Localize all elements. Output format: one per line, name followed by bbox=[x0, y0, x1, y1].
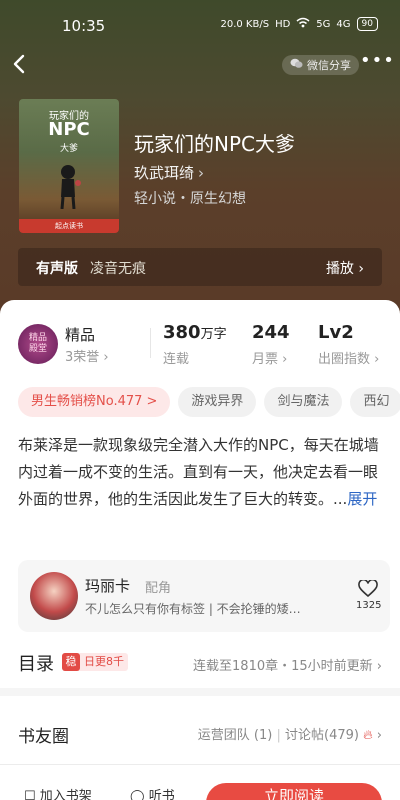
divider bbox=[150, 328, 151, 358]
tag-item[interactable]: 西幻 bbox=[350, 387, 400, 417]
reader-circle-meta: 运营团队 (1) | 讨论帖(479) 🔥︎ › bbox=[197, 728, 382, 743]
update-badge: 稳日更8千 bbox=[62, 653, 128, 671]
character-role: 配角 bbox=[145, 581, 172, 596]
battery-icon: 90 bbox=[356, 17, 378, 31]
cover-figure bbox=[60, 165, 81, 209]
play-button[interactable]: 播放 › bbox=[326, 258, 364, 278]
character-quote: 不儿怎么只有你有标签 | 不会抡锤的矮… bbox=[85, 602, 301, 616]
book-hero: 10:35 20.0 KB/S HD 5G 4G 90 微信分享 ••• 玩家们… bbox=[0, 0, 400, 320]
section-divider bbox=[0, 688, 400, 696]
book-genre: 轻小说・原生幻想 bbox=[134, 191, 246, 207]
flame-icon: 🔥︎ bbox=[363, 728, 373, 743]
reader-circle-title: 书友圈 bbox=[18, 727, 69, 747]
book-intro[interactable]: 布莱泽是一款现象级完全潜入大作的NPC，每天在城墙内过着一成不变的生活。直到有一… bbox=[18, 432, 384, 513]
catalog-title: 目录 bbox=[18, 654, 54, 675]
tag-item[interactable]: 剑与魔法 bbox=[264, 387, 343, 417]
listen-button[interactable]: ◯ 听书 bbox=[130, 785, 175, 800]
more-icon[interactable]: ••• bbox=[360, 52, 394, 76]
signal-5g: 5G bbox=[316, 18, 331, 30]
cover-publisher: 起点读书 bbox=[19, 219, 119, 233]
book-details-sheet: 精品 殿堂 精品 3荣誉 › 380万字 连载 244 月票 › Lv2 出圈指数… bbox=[0, 300, 400, 800]
wifi-icon bbox=[296, 17, 310, 31]
bottom-action-bar: ☐ 加入书架 ◯ 听书 立即阅读 bbox=[0, 764, 400, 800]
author-link[interactable]: 玖武珥绮 › bbox=[134, 162, 204, 183]
popularity-caption[interactable]: 出圈指数 › bbox=[318, 348, 379, 367]
tag-list: 男生畅销榜No.477 > 游戏异界 剑与魔法 西幻 bbox=[18, 387, 400, 417]
word-count: 380万字 bbox=[163, 322, 227, 343]
top-nav: 微信分享 ••• bbox=[0, 52, 400, 80]
chevron-right-icon: › bbox=[376, 728, 382, 743]
serial-status: 连载 bbox=[163, 352, 190, 367]
monthly-tickets-caption[interactable]: 月票 › bbox=[252, 348, 287, 367]
read-now-button[interactable]: 立即阅读 bbox=[206, 783, 382, 800]
monthly-tickets: 244 bbox=[252, 322, 290, 343]
signal-4g: 4G bbox=[336, 18, 351, 30]
narrator-name: 凌音无痕 bbox=[90, 261, 146, 277]
audio-label: 有声版 bbox=[36, 261, 78, 277]
wechat-icon bbox=[290, 58, 303, 72]
headphone-icon: ◯ bbox=[130, 789, 145, 800]
honor-count[interactable]: 3荣誉 › bbox=[65, 346, 109, 365]
back-icon[interactable] bbox=[10, 52, 30, 78]
catalog-status: 连载至1810章・15小时前更新 › bbox=[193, 659, 382, 674]
honor-badge-icon[interactable]: 精品 殿堂 bbox=[18, 324, 58, 364]
hd-icon: HD bbox=[275, 18, 291, 30]
like-count: 1325 bbox=[356, 600, 382, 611]
honor-label: 精品 bbox=[65, 326, 96, 344]
status-bar: 10:35 20.0 KB/S HD 5G 4G 90 bbox=[0, 0, 400, 40]
wechat-share-button[interactable]: 微信分享 bbox=[282, 55, 359, 75]
net-speed: 20.0 KB/S bbox=[220, 18, 270, 30]
stable-icon: 稳 bbox=[62, 653, 80, 671]
character-name: 玛丽卡 bbox=[85, 577, 131, 595]
book-stats: 精品 殿堂 精品 3荣誉 › 380万字 连载 244 月票 › Lv2 出圈指数… bbox=[0, 320, 400, 368]
status-icons: 20.0 KB/S HD 5G 4G 90 bbox=[220, 17, 378, 31]
intro-text: 布莱泽是一款现象级完全潜入大作的NPC，每天在城墙内过着一成不变的生活。直到有一… bbox=[18, 436, 379, 508]
character-card[interactable]: 玛丽卡 配角 不儿怎么只有你有标签 | 不会抡锤的矮… 1325 bbox=[18, 560, 390, 632]
clock: 10:35 bbox=[62, 17, 106, 35]
tag-ranking[interactable]: 男生畅销榜No.477 > bbox=[18, 387, 171, 417]
cover-title-line2: NPC bbox=[48, 119, 90, 140]
expand-link[interactable]: 展开 bbox=[347, 490, 377, 508]
shelf-icon: ☐ bbox=[24, 789, 36, 800]
catalog-row[interactable]: 目录 稳日更8千 连载至1810章・15小时前更新 › bbox=[0, 646, 400, 678]
chevron-right-icon: › bbox=[198, 164, 205, 182]
popularity-level: Lv2 bbox=[318, 322, 354, 343]
team-count: 运营团队 (1) bbox=[197, 728, 273, 743]
audio-version-bar[interactable]: 有声版 凌音无痕 播放 › bbox=[18, 248, 382, 286]
reader-circle-row[interactable]: 书友圈 运营团队 (1) | 讨论帖(479) 🔥︎ › bbox=[0, 712, 400, 752]
add-to-shelf-button[interactable]: ☐ 加入书架 bbox=[24, 785, 92, 800]
book-cover[interactable]: 玩家们的 NPC 大爹 起点读书 bbox=[19, 99, 119, 233]
share-label: 微信分享 bbox=[307, 59, 351, 72]
cover-title-line3: 大爹 bbox=[59, 144, 78, 154]
post-count: 讨论帖(479) bbox=[285, 728, 359, 743]
author-name: 玖武珥绮 bbox=[134, 164, 195, 182]
book-title: 玩家们的NPC大爹 bbox=[134, 132, 295, 156]
avatar bbox=[30, 572, 78, 620]
tag-item[interactable]: 游戏异界 bbox=[178, 387, 257, 417]
heart-icon[interactable] bbox=[358, 578, 378, 598]
